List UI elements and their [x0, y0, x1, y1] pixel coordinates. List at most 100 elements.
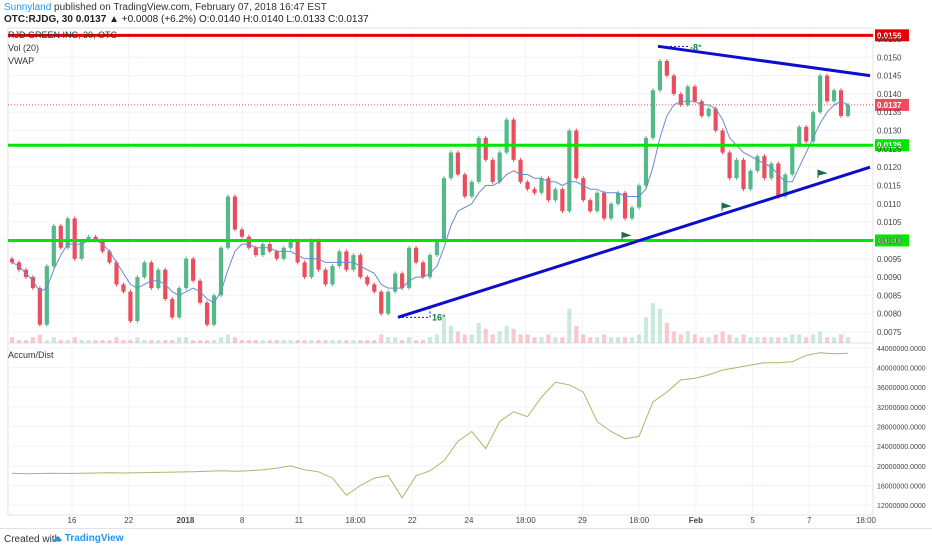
volume-bar	[260, 340, 265, 343]
candle-body	[156, 269, 161, 289]
candle-body	[274, 251, 279, 259]
volume-bar	[358, 340, 363, 343]
volume-bar	[351, 340, 356, 343]
accum-tick-label: 28000000.0000	[877, 425, 926, 432]
price-tick-label: 0.0105	[877, 218, 902, 227]
price-tick-label: 0.0090	[877, 273, 902, 282]
candle-body	[678, 93, 683, 105]
candle-body	[595, 192, 600, 212]
candle-body	[692, 86, 697, 102]
ohlc-text: O:0.0140 H:0.0140 L:0.0133 C:0.0137	[199, 14, 369, 25]
volume-bar	[65, 340, 70, 343]
candle-body	[657, 60, 662, 91]
volume-bar	[344, 340, 349, 343]
candle-body	[232, 196, 238, 230]
candle-body	[184, 258, 189, 289]
x-tick-label: 22	[408, 516, 417, 525]
volume-bar	[588, 337, 593, 343]
accum-tick-label: 36000000.0000	[877, 385, 926, 392]
x-tick-label: 8	[240, 516, 245, 525]
candle-body	[720, 130, 725, 153]
x-tick-label: 18:00	[856, 516, 877, 525]
volume-bar	[755, 337, 760, 343]
volume-bar	[323, 340, 328, 343]
volume-bar	[316, 340, 321, 343]
price-tick-label: 0.0115	[877, 182, 901, 191]
volume-bar	[204, 340, 210, 343]
candle-body	[818, 75, 823, 113]
volume-bar	[232, 337, 238, 343]
vwap-study-label[interactable]: VWAP	[8, 56, 34, 66]
volume-bar	[818, 331, 823, 343]
candle-body	[420, 262, 426, 278]
volume-bar	[720, 331, 725, 343]
candle-body	[602, 192, 607, 219]
volume-bar	[811, 334, 816, 343]
x-tick-label: 24	[465, 516, 474, 525]
candle-body	[560, 189, 565, 212]
candle-body	[574, 130, 579, 179]
volume-bar	[253, 340, 258, 343]
candle-body	[831, 90, 837, 102]
candle-body	[191, 258, 196, 281]
x-tick-label: 2018	[177, 516, 195, 525]
candle-body	[769, 163, 774, 179]
price-tick-label: 0.0145	[877, 72, 902, 81]
accum-tick-label: 24000000.0000	[877, 444, 926, 451]
candle-body	[776, 163, 781, 197]
candle-body	[9, 258, 15, 263]
volume-bar	[281, 340, 286, 343]
candle-body	[609, 203, 614, 219]
accum-tick-label: 20000000.0000	[877, 464, 926, 471]
candle-body	[797, 126, 802, 146]
candle-body	[51, 225, 56, 267]
volume-bar	[525, 334, 530, 343]
volume-bar	[622, 337, 628, 343]
volume-bar	[448, 325, 453, 343]
volume-bar	[699, 337, 704, 343]
tradingview-logo[interactable]: ☁ TradingView	[52, 533, 124, 544]
candle-body	[518, 159, 523, 182]
candle-body	[365, 277, 370, 285]
candle-body	[497, 152, 502, 182]
x-tick-label: 5	[750, 516, 755, 525]
volume-bar	[156, 340, 161, 343]
candle-body	[525, 181, 530, 190]
volume-bar	[609, 337, 614, 343]
volume-bar	[476, 323, 481, 343]
change-text: ▲ +0.0008 (+6.2%)	[109, 14, 197, 25]
volume-bar	[211, 340, 217, 343]
footer: Created with ☁ TradingView	[0, 528, 932, 551]
volume-bar	[706, 337, 711, 343]
accum-tick-label: 32000000.0000	[877, 405, 926, 412]
volume-bar	[455, 331, 460, 343]
volume-bar	[567, 308, 572, 343]
volume-bar	[748, 337, 753, 343]
volume-bar	[490, 334, 495, 343]
author-name[interactable]: Sunnyland	[4, 2, 51, 13]
volume-bar	[372, 340, 377, 343]
volume-bar	[511, 328, 516, 343]
volume-bar	[337, 340, 342, 343]
volume-bar	[142, 340, 147, 343]
candle-body	[539, 178, 544, 193]
volume-bar	[838, 334, 844, 343]
candle-body	[616, 192, 621, 204]
candle-body	[825, 75, 830, 102]
volume-bar	[497, 331, 502, 343]
volume-study-label[interactable]: Vol (20)	[8, 43, 39, 53]
symbol-study-label: RJD GREEN INC, 30, OTC	[8, 30, 118, 40]
chart-header: Sunnyland published on TradingView.com, …	[0, 0, 932, 27]
candle-body	[790, 145, 795, 175]
candle-body	[434, 240, 440, 256]
volume-bar	[685, 331, 690, 343]
volume-bar	[762, 337, 767, 343]
volume-bar	[379, 334, 384, 343]
price-tick-label: 0.0085	[877, 291, 902, 300]
volume-bar	[504, 325, 509, 343]
volume-bar	[831, 337, 837, 343]
price-tick-label: 0.0110	[877, 200, 901, 209]
x-tick-label: 16	[68, 516, 77, 525]
accum-study-label[interactable]: Accum/Dist	[8, 350, 54, 360]
candle-body	[316, 240, 321, 270]
